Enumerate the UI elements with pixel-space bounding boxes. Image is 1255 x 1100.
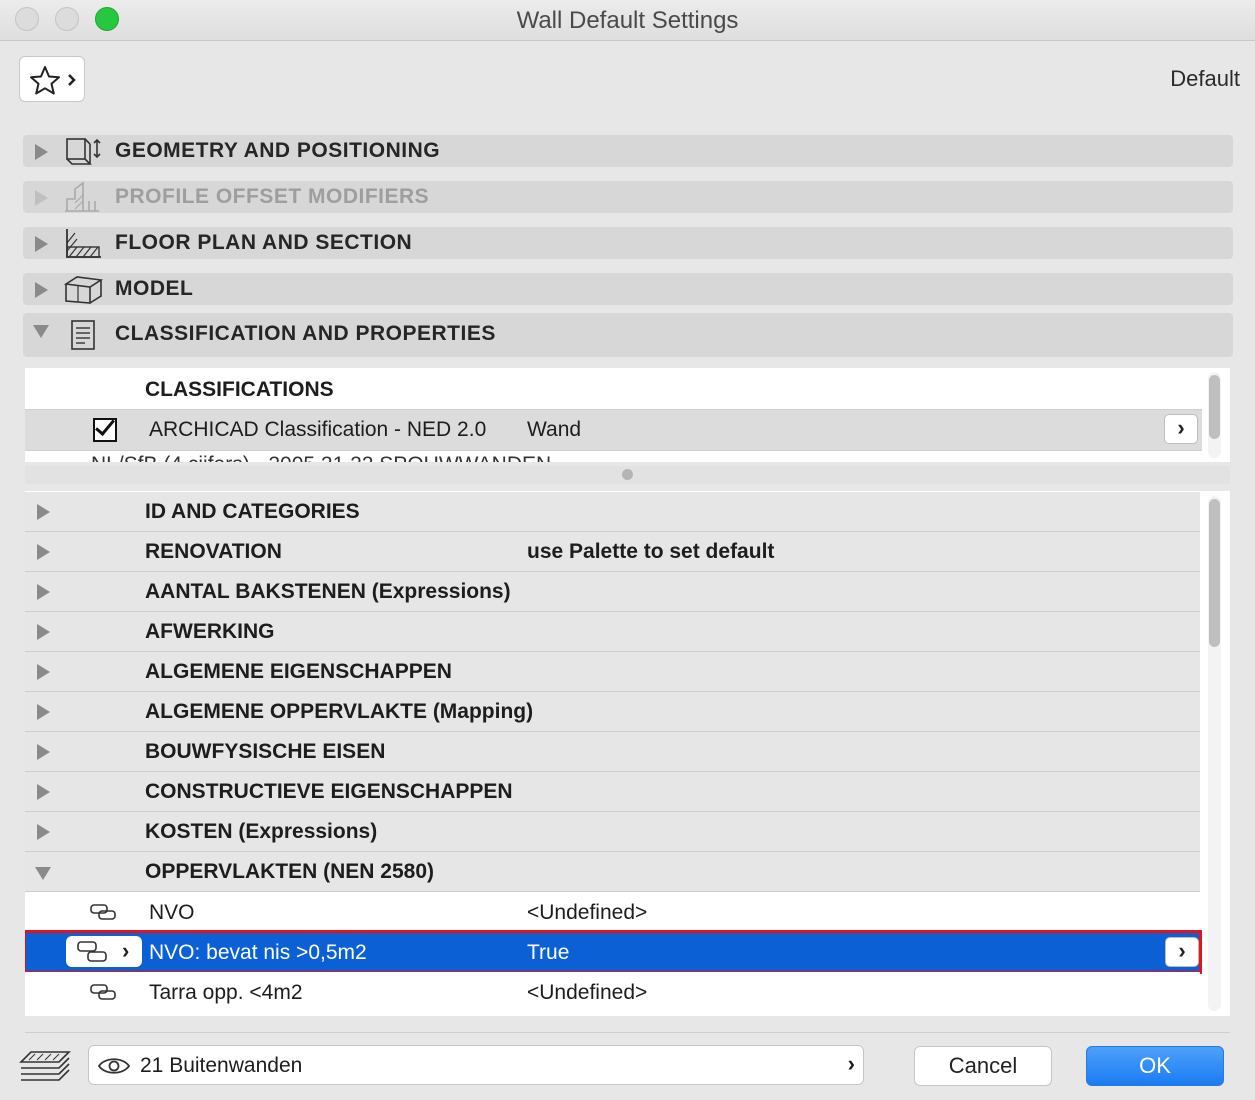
classification-row-partial[interactable]: NL/SfB (4 cijfers) - 2005 21.22 SPOUWWAN… [91, 453, 791, 462]
disclosure-triangle-icon [37, 504, 50, 520]
property-group-label: KOSTEN (Expressions) [145, 820, 378, 843]
disclosure-triangle-icon [37, 664, 50, 680]
disclosure-triangle-icon [37, 584, 50, 600]
classifications-scrollbar[interactable] [1208, 372, 1221, 458]
classifications-panel: CLASSIFICATIONS ARCHICAD Classification … [25, 368, 1230, 462]
property-value[interactable]: True [527, 941, 569, 965]
expression-link-button[interactable]: › [66, 936, 142, 967]
disclosure-triangle-icon [35, 190, 48, 206]
property-group-label: ID AND CATEGORIES [145, 500, 360, 523]
section-label: PROFILE OFFSET MODIFIERS [115, 185, 430, 208]
classification-chevron-button[interactable]: › [1164, 414, 1198, 444]
classification-value: Wand [527, 418, 582, 441]
property-name: NVO: bevat nis >0,5m2 [149, 941, 367, 964]
property-group-label: OPPERVLAKTEN (NEN 2580) [145, 860, 435, 883]
property-group-label: AANTAL BAKSTENEN (Expressions) [145, 580, 511, 603]
property-group-row[interactable]: AFWERKING [25, 612, 1200, 652]
disclosure-triangle-icon [37, 824, 50, 840]
scrollbar-thumb[interactable] [1209, 375, 1220, 439]
disclosure-triangle-icon [37, 624, 50, 640]
disclosure-triangle-open-icon [33, 325, 49, 338]
default-label: Default [1170, 66, 1240, 91]
section-label: MODEL [115, 277, 194, 300]
favorites-button[interactable] [19, 56, 85, 102]
chevron-right-icon: › [847, 1051, 855, 1076]
disclosure-triangle-icon [37, 704, 50, 720]
property-group-row[interactable]: AANTAL BAKSTENEN (Expressions) [25, 572, 1200, 612]
section-geometry-and-positioning[interactable]: GEOMETRY AND POSITIONING [23, 135, 1233, 167]
property-group-value: use Palette to set default [527, 540, 775, 563]
document-icon [71, 320, 95, 350]
property-value[interactable]: <Undefined> [527, 981, 647, 1005]
property-name: Tarra opp. <4m2 [149, 981, 303, 1004]
disclosure-triangle-icon [35, 282, 48, 298]
classifications-header: CLASSIFICATIONS [145, 378, 334, 401]
property-group-label: BOUWFYSISCHE EISEN [145, 740, 386, 763]
property-item-row[interactable]: Tarra opp. <4m2 <Undefined> [25, 972, 1200, 1012]
property-group-row[interactable]: ALGEMENE OPPERVLAKTE (Mapping) [25, 692, 1200, 732]
ok-button[interactable]: OK [1086, 1046, 1224, 1086]
layers-icon [19, 1051, 71, 1081]
scrollbar-thumb[interactable] [1209, 499, 1220, 647]
property-group-row[interactable]: OPPERVLAKTEN (NEN 2580) [25, 852, 1200, 892]
geometry-icon [66, 138, 101, 165]
property-group-row[interactable]: KOSTEN (Expressions) [25, 812, 1200, 852]
model-box-icon [63, 276, 103, 304]
property-group-label: ALGEMENE EIGENSCHAPPEN [145, 660, 452, 683]
layer-selector[interactable]: 21 Buitenwanden › [88, 1045, 864, 1085]
chevron-right-icon: › [122, 938, 130, 963]
star-icon [30, 66, 76, 95]
classification-row[interactable]: ARCHICAD Classification - NED 2.0 Wand › [25, 409, 1202, 451]
properties-panel: ID AND CATEGORIES RENOVATION use Palette… [25, 491, 1230, 1016]
splitter-handle-icon[interactable] [622, 469, 633, 480]
property-group-row[interactable]: ALGEMENE EIGENSCHAPPEN [25, 652, 1200, 692]
property-group-row[interactable]: RENOVATION use Palette to set default [25, 532, 1200, 572]
layer-name: 21 Buitenwanden [140, 1054, 303, 1077]
property-group-label: AFWERKING [145, 620, 275, 643]
disclosure-triangle-open-icon [35, 867, 51, 880]
section-model[interactable]: MODEL [23, 273, 1233, 305]
property-group-label: CONSTRUCTIEVE EIGENSCHAPPEN [145, 780, 513, 803]
properties-scrollbar[interactable] [1208, 496, 1221, 1011]
property-value-chevron-button[interactable]: › [1165, 937, 1199, 967]
disclosure-triangle-icon [37, 784, 50, 800]
property-value[interactable]: <Undefined> [527, 901, 647, 925]
property-group-label: ALGEMENE OPPERVLAKTE (Mapping) [145, 700, 534, 723]
property-item-row[interactable]: NVO <Undefined> [25, 892, 1200, 932]
section-floor-plan-and-section[interactable]: FLOOR PLAN AND SECTION [23, 227, 1233, 259]
footer-divider [25, 1032, 1230, 1033]
disclosure-triangle-icon [35, 236, 48, 252]
window-title: Wall Default Settings [516, 7, 739, 34]
disclosure-triangle-icon [35, 144, 48, 160]
disclosure-triangle-icon [37, 544, 50, 560]
title-bar: Wall Default Settings [0, 0, 1255, 41]
expression-link-icon [77, 941, 107, 962]
link-icon [90, 904, 116, 920]
property-group-row[interactable]: BOUWFYSISCHE EISEN [25, 732, 1200, 772]
eye-icon [97, 1058, 131, 1074]
section-classification-and-properties[interactable]: CLASSIFICATION AND PROPERTIES [23, 313, 1233, 357]
property-name: NVO [149, 901, 195, 924]
section-label: GEOMETRY AND POSITIONING [115, 139, 441, 162]
link-icon [90, 984, 116, 1000]
panel-splitter[interactable] [25, 466, 1230, 484]
section-label: CLASSIFICATION AND PROPERTIES [115, 322, 496, 345]
property-group-row[interactable]: ID AND CATEGORIES [25, 492, 1200, 532]
property-group-label: RENOVATION [145, 540, 282, 563]
section-label: FLOOR PLAN AND SECTION [115, 231, 413, 254]
classification-checkbox[interactable] [93, 418, 117, 442]
cancel-button[interactable]: Cancel [914, 1046, 1052, 1086]
property-item-row-selected[interactable]: › NVO: bevat nis >0,5m2 True › [25, 930, 1202, 974]
disclosure-triangle-icon [37, 744, 50, 760]
floor-plan-icon [66, 229, 101, 258]
profile-offset-icon [65, 181, 99, 212]
section-profile-offset-modifiers: PROFILE OFFSET MODIFIERS [23, 181, 1233, 213]
classification-system: ARCHICAD Classification - NED 2.0 [149, 418, 487, 441]
property-group-row[interactable]: CONSTRUCTIEVE EIGENSCHAPPEN [25, 772, 1200, 812]
